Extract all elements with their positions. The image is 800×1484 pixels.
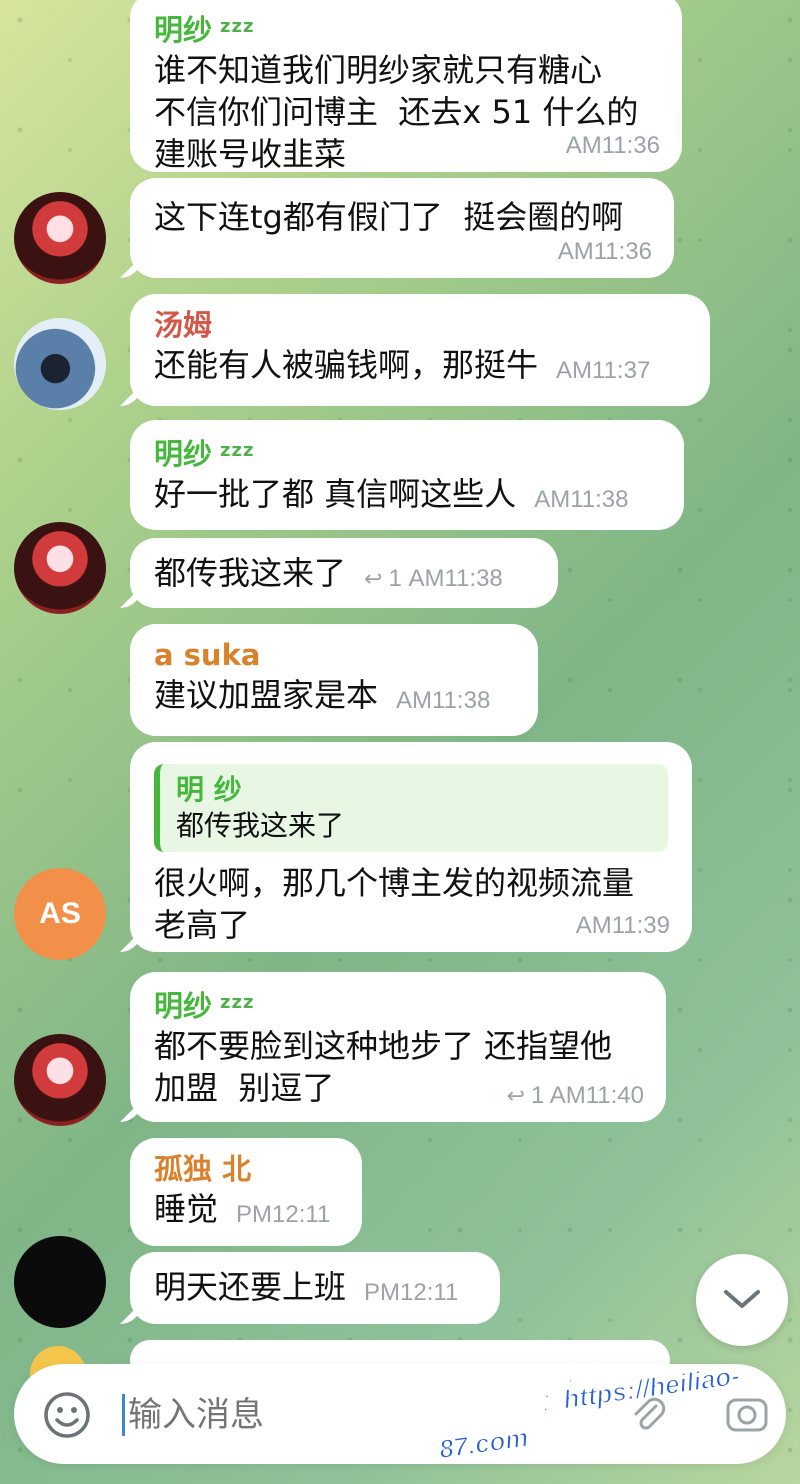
avatar[interactable] [14, 1236, 106, 1328]
reply-count[interactable]: 1 [531, 1082, 544, 1109]
avatar[interactable] [14, 318, 106, 410]
avatar[interactable] [14, 1034, 106, 1126]
message-time: AM11:40 [549, 1082, 644, 1109]
reply-icon[interactable]: ↩ [507, 1083, 525, 1108]
message-time: AM11:37 [556, 357, 651, 384]
avatar[interactable]: AS [14, 868, 106, 960]
sleep-status-icon: zzz [220, 992, 255, 1013]
message-text: 明天还要上班 PM12:11 [154, 1268, 459, 1306]
message-bubble[interactable]: 明 纱 都传我这来了 很火啊，那几个博主发的视频流量 老高了 AM11:39 [130, 742, 692, 952]
quoted-message[interactable]: 明 纱 都传我这来了 [154, 764, 668, 852]
message-text: 睡觉 PM12:11 [154, 1190, 331, 1228]
message-time: AM11:39 [575, 912, 670, 939]
message-bubble[interactable]: 都传我这来了 ↩ 1 AM11:38 [130, 538, 558, 608]
sender-name: 明纱 zzz [154, 13, 255, 47]
message-time: AM11:36 [565, 132, 660, 159]
message-time: AM11:38 [534, 486, 629, 513]
quote-sender: 明 纱 [176, 773, 242, 806]
message-bubble[interactable]: 明纱 zzz 都不要脸到这种地步了 还指望他 加盟 别逗了 ↩ 1 AM11:40 [130, 972, 666, 1122]
message-bubble[interactable]: 明纱 zzz 谁不知道我们明纱家就只有糖心 不信你们问博主 还去x 51 什么的 … [130, 0, 682, 173]
sender-name: a suka [154, 638, 261, 672]
message-text: 建议加盟家是本 AM11:38 [154, 676, 491, 714]
sleep-status-icon: zzz [220, 440, 255, 461]
message-time: AM11:38 [408, 565, 503, 592]
sender-name: 明纱 zzz [154, 989, 255, 1023]
message-text: 都传我这来了 ↩ 1 AM11:38 [154, 554, 503, 592]
reply-count[interactable]: 1 [388, 565, 401, 592]
message-time: AM11:36 [557, 238, 652, 265]
message-bubble[interactable]: 明天还要上班 PM12:11 [130, 1252, 500, 1324]
sender-name: 明纱 zzz [154, 437, 255, 471]
message-time: AM11:38 [396, 687, 491, 714]
reply-icon[interactable]: ↩ [364, 566, 382, 591]
message-bubble[interactable]: 孤独 北 睡觉 PM12:11 [130, 1138, 362, 1246]
sender-name: 孤独 北 [154, 1152, 252, 1186]
message-text: 这下连tg都有假门了 挺会圈的啊 [154, 198, 624, 236]
message-time: PM12:11 [236, 1201, 331, 1228]
chevron-down-icon [724, 1290, 760, 1308]
message-bubble[interactable]: a suka 建议加盟家是本 AM11:38 [130, 624, 538, 736]
avatar[interactable] [14, 192, 106, 284]
message-time: PM12:11 [364, 1279, 459, 1306]
message-text: 好一批了都 真信啊这些人 AM11:38 [154, 475, 629, 513]
avatar[interactable] [14, 522, 106, 614]
sender-name: 汤姆 [154, 308, 213, 342]
message-bubble[interactable]: 明纱 zzz 好一批了都 真信啊这些人 AM11:38 [130, 420, 684, 530]
quote-text: 都传我这来了 [176, 809, 345, 842]
emoji-icon[interactable] [42, 1390, 92, 1440]
scroll-to-bottom-button[interactable] [696, 1254, 788, 1346]
text-cursor [122, 1394, 125, 1436]
sleep-status-icon: zzz [220, 16, 255, 37]
message-bubble[interactable]: 这下连tg都有假门了 挺会圈的啊 AM11:36 [130, 178, 674, 278]
message-text: 还能有人被骗钱啊，那挺牛 AM11:37 [154, 346, 651, 384]
message-bubble[interactable]: 汤姆 还能有人被骗钱啊，那挺牛 AM11:37 [130, 294, 710, 406]
